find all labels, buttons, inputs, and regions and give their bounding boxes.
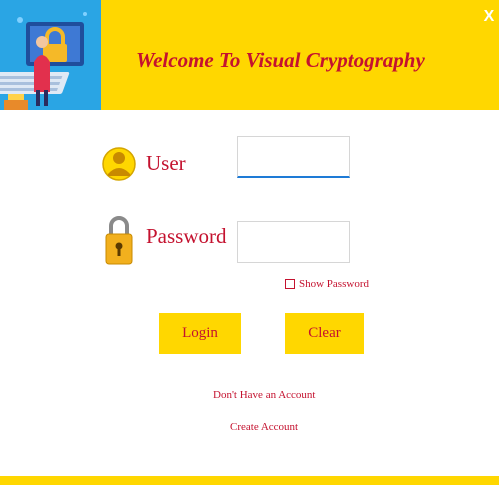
padlock-icon (103, 209, 135, 267)
password-input[interactable] (237, 221, 350, 263)
footer-bar (0, 476, 499, 485)
no-account-text: Don't Have an Account (213, 389, 316, 401)
user-input[interactable] (237, 136, 350, 178)
login-button[interactable]: Login (159, 313, 241, 354)
page-title: Welcome To Visual Cryptography (136, 48, 425, 72)
close-button[interactable]: X (480, 6, 498, 28)
create-account-link[interactable]: Create Account (230, 421, 298, 433)
security-illustration-icon (0, 0, 101, 110)
show-password-label: Show Password (299, 278, 369, 290)
password-label: Password (146, 224, 227, 248)
clear-button[interactable]: Clear (285, 313, 364, 354)
show-password-checkbox[interactable]: Show Password (285, 278, 369, 290)
checkbox-box[interactable] (285, 279, 295, 289)
header-banner: Welcome To Visual Cryptography X (0, 0, 499, 110)
user-icon (102, 138, 136, 190)
user-label: User (146, 151, 186, 175)
